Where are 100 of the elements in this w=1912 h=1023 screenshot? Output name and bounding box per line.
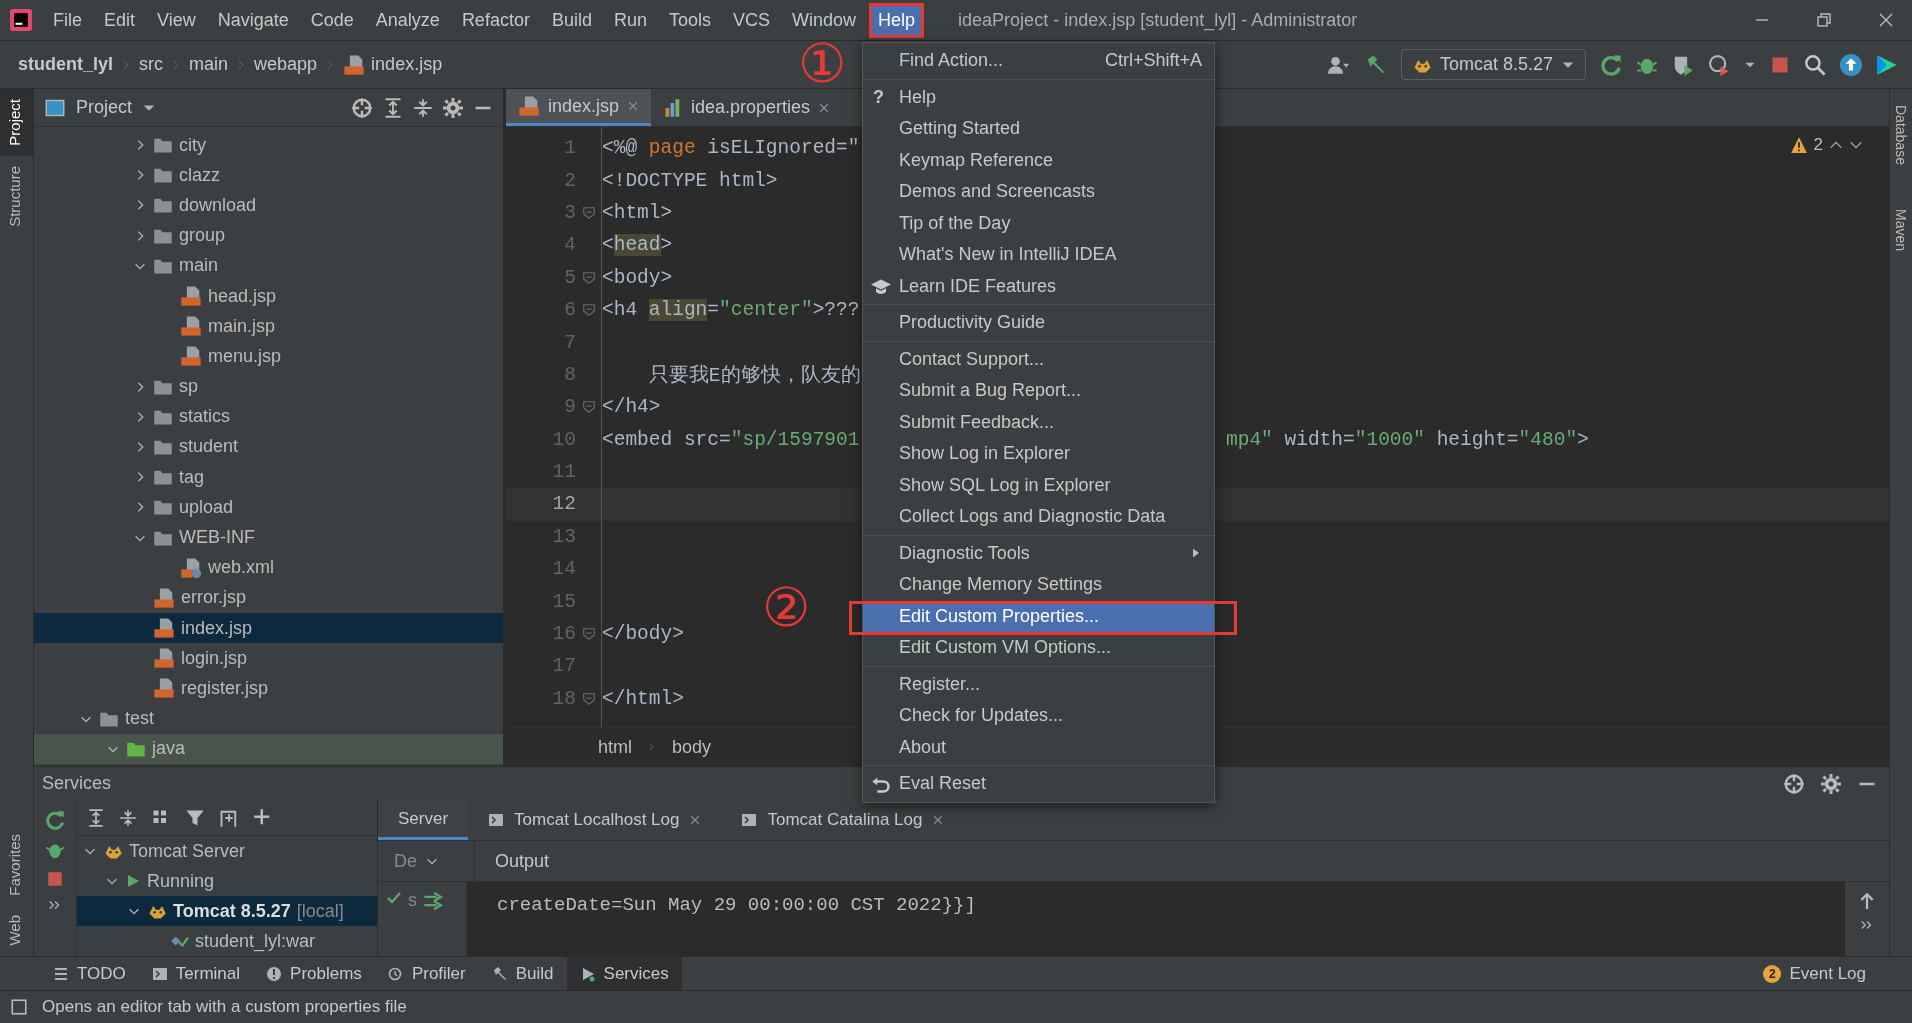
breadcrumb-item[interactable]: webapp [254,54,318,75]
close-icon[interactable] [1878,12,1894,28]
menu-item[interactable]: View [148,2,205,38]
tool-window-tab[interactable]: Project [0,89,33,156]
tool-window-tab[interactable]: Structure [0,155,33,237]
tree-item[interactable]: menu.jsp [208,345,282,367]
log-tab[interactable]: Tomcat Localhost Log [468,800,722,840]
menu-item[interactable]: What's New in IntelliJ IDEA [863,239,1214,271]
menu-item[interactable]: Edit [95,2,145,38]
more-icon[interactable] [48,898,62,912]
tree-item[interactable]: main [179,255,218,277]
close-icon[interactable] [932,814,945,826]
menu-item[interactable]: Submit Feedback... [863,406,1214,438]
menu-item[interactable]: Window [783,2,866,38]
tool-window-tab[interactable]: Web [0,905,33,956]
menu-item[interactable]: Check for Updates... [863,700,1214,732]
service-item[interactable]: student_lyl:war [195,930,316,952]
tree-item[interactable]: clazz [179,164,220,186]
tree-item[interactable]: city [179,134,206,156]
menu-item[interactable]: Code [301,2,363,38]
menu-item[interactable]: Diagnostic Tools [863,537,1214,569]
tree-item[interactable]: WEB-INF [179,527,255,549]
service-item[interactable]: Tomcat 8.5.27 [173,900,291,922]
breadcrumb-item[interactable]: html [598,736,632,758]
menu-item[interactable]: Keymap Reference [863,144,1214,176]
collapse-all-icon[interactable] [413,97,433,118]
rerun-icon[interactable] [1600,53,1622,76]
tool-window-tab[interactable]: Terminal [138,957,254,990]
menu-item[interactable]: Productivity Guide [863,307,1214,339]
tree-item[interactable]: index.jsp [181,617,253,639]
deploy-icon[interactable] [423,890,445,912]
settings-icon[interactable] [1821,773,1841,794]
tree-item[interactable]: test [125,708,154,730]
rerun-icon[interactable] [45,810,65,830]
upload-icon[interactable] [1840,53,1862,76]
tool-window-tab[interactable]: TODO [40,957,139,990]
collapse-all-icon[interactable] [119,808,137,827]
tool-window-tab[interactable]: Maven [1890,206,1912,253]
arrow-up-icon[interactable] [1858,892,1876,910]
editor-tab[interactable]: index.jsp [506,89,652,126]
more-icon[interactable] [1860,918,1874,932]
tool-window-tab[interactable]: Profiler [374,957,479,990]
breadcrumb-item[interactable]: src [139,54,164,75]
tool-window-tab[interactable]: Services [566,957,682,990]
breadcrumb-item[interactable]: main [189,54,229,75]
tree-item[interactable]: web.xml [208,557,274,579]
breadcrumb-item[interactable]: body [672,736,712,758]
service-item[interactable]: Running [147,870,215,892]
tool-window-tab[interactable]: Database [1890,103,1912,167]
breadcrumb-item[interactable]: index.jsp [371,54,443,75]
tree-item[interactable]: statics [179,406,230,428]
menu-item[interactable]: Find Action... Ctrl+Shift+A [863,45,1214,77]
menu-item[interactable]: Learn IDE Features [863,270,1214,302]
menu-item[interactable]: Edit Custom VM Options... [863,632,1214,664]
panel-title[interactable]: Project [76,97,133,118]
restore-icon[interactable] [1816,12,1832,28]
menu-item[interactable]: Submit a Bug Report... [863,375,1214,407]
menu-item[interactable]: Refactor [452,2,539,38]
menu-item[interactable]: Tools [659,2,720,38]
tree-item[interactable]: head.jsp [208,285,277,307]
tree-item[interactable]: main.jsp [208,315,276,337]
menu-item[interactable]: Tip of the Day [863,207,1214,239]
menu-item[interactable]: VCS [724,2,779,38]
tool-window-tab[interactable]: Favorites [0,823,33,906]
menu-item[interactable]: Change Memory Settings [863,569,1214,601]
menu-item[interactable]: Show Log in Explorer [863,438,1214,470]
breadcrumb-item[interactable]: student_lyl [18,54,114,75]
search-icon[interactable] [1804,53,1826,76]
tree-item[interactable]: tag [179,466,205,488]
run-config-dropdown[interactable]: Tomcat 8.5.27 [1400,49,1586,80]
tree-item[interactable]: upload [179,496,234,518]
expand-all-icon[interactable] [383,97,403,118]
clock-run-icon[interactable] [1708,53,1730,76]
close-icon[interactable] [818,101,831,114]
menu-item[interactable]: Help [869,2,925,38]
tree-item[interactable]: error.jsp [181,587,247,609]
locate-icon[interactable] [1783,772,1805,795]
tree-item[interactable]: login.jsp [181,647,248,669]
tree-item[interactable]: sp [179,376,198,398]
tree-item[interactable]: register.jsp [181,677,269,699]
menu-item[interactable]: Register... [863,668,1214,700]
menu-item[interactable]: Collect Logs and Diagnostic Data [863,501,1214,533]
tool-window-tab[interactable]: Build [478,957,567,990]
menu-item[interactable]: Analyze [366,2,449,38]
tree-item[interactable]: group [179,225,226,247]
log-tab[interactable]: Tomcat Catalina Log [721,800,965,840]
menu-item[interactable]: Run [604,2,656,38]
status-square-icon[interactable] [10,998,28,1016]
menu-item[interactable]: File [44,2,91,38]
menu-item[interactable]: Show SQL Log in Explorer [863,469,1214,501]
menu-item[interactable]: Eval Reset [863,768,1214,800]
menu-item[interactable]: Contact Support... [863,343,1214,375]
warning-count[interactable]: 2 [1813,135,1823,155]
expand-all-icon[interactable] [87,808,105,827]
tree-item[interactable]: download [179,194,257,216]
editor-tab[interactable]: idea.properties [651,89,843,126]
service-item[interactable]: Tomcat Server [129,840,246,862]
menu-item[interactable]: Getting Started [863,113,1214,145]
tree-item[interactable]: java [152,738,186,760]
event-log-link[interactable]: Event Log [1789,963,1866,984]
